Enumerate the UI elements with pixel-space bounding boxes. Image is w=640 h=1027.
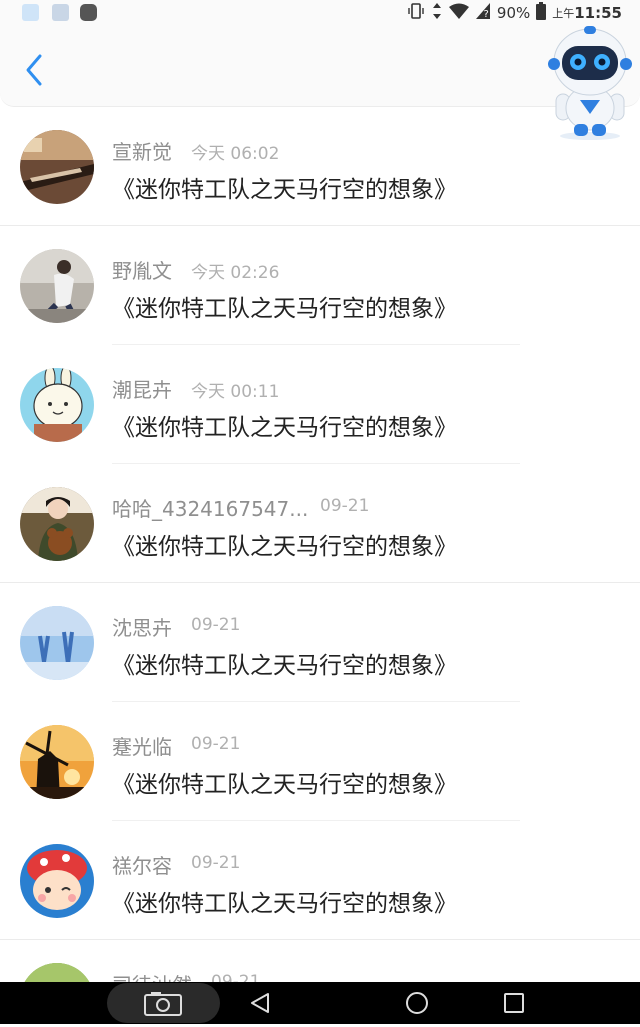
triangle-back-icon: [251, 993, 269, 1013]
battery-icon: [536, 2, 547, 24]
clock: 11:55: [574, 4, 622, 22]
list-item[interactable]: 禚尔容 09-21 《迷你特工队之天马行空的想象》: [0, 822, 640, 940]
divider: [0, 939, 640, 940]
timestamp: 今天 02:26: [191, 263, 280, 283]
story-title: 《迷你特工队之天马行空的想象》: [112, 534, 457, 560]
vibrate-icon: [407, 2, 425, 24]
battery-percent: 90%: [496, 4, 531, 22]
circle-home-icon: [406, 992, 428, 1014]
square-recents-icon: [504, 993, 524, 1013]
timestamp: 今天 00:11: [191, 382, 280, 402]
list-item[interactable]: 司徒汕然 09-21: [0, 941, 640, 982]
back-button[interactable]: [20, 52, 50, 88]
list-item[interactable]: 哈哈_4324167547... 09-21 《迷你特工队之天马行空的想象》: [0, 465, 640, 583]
system-nav-bar: [0, 982, 640, 1024]
avatar: [20, 606, 94, 680]
avatar: [20, 963, 94, 982]
user-name: 禚尔容: [112, 854, 172, 878]
time-prefix: 上午: [552, 7, 575, 20]
divider: [112, 344, 520, 345]
list-item[interactable]: 野胤文 今天 02:26 《迷你特工队之天马行空的想象》: [0, 227, 640, 345]
timestamp: 09-21: [191, 615, 241, 635]
user-name: 沈思卉: [112, 616, 172, 640]
list-item[interactable]: 宣新觉 今天 06:02 《迷你特工队之天马行空的想象》: [0, 108, 640, 226]
chevron-left-icon: [26, 54, 42, 86]
svg-text:?: ?: [483, 9, 488, 20]
avatar: [20, 368, 94, 442]
app-notification-icon: [22, 4, 39, 21]
list-item[interactable]: 潮昆卉 今天 00:11 《迷你特工队之天马行空的想象》: [0, 346, 640, 464]
user-name: 宣新觉: [112, 140, 172, 164]
wifi-icon: [448, 3, 469, 23]
nav-recents-button[interactable]: [502, 991, 526, 1015]
timestamp: 09-21: [320, 496, 370, 516]
user-name: 野胤文: [112, 259, 172, 283]
story-title: 《迷你特工队之天马行空的想象》: [112, 177, 457, 203]
avatar: [20, 487, 94, 561]
list-item[interactable]: 沈思卉 09-21 《迷你特工队之天马行空的想象》: [0, 584, 640, 702]
story-title: 《迷你特工队之天马行空的想象》: [112, 772, 457, 798]
list-item[interactable]: 蹇光临 09-21 《迷你特工队之天马行空的想象》: [0, 703, 640, 821]
camera-icon: [144, 992, 182, 1016]
story-title: 《迷你特工队之天马行空的想象》: [112, 653, 457, 679]
divider: [112, 463, 520, 464]
screenshot-button[interactable]: [107, 983, 220, 1023]
divider: [0, 225, 640, 226]
divider: [112, 701, 520, 702]
story-title: 《迷你特工队之天马行空的想象》: [112, 296, 457, 322]
nav-back-button[interactable]: [248, 991, 272, 1015]
user-name: 潮昆卉: [112, 378, 172, 402]
pm-notification-icon: [80, 4, 97, 21]
avatar: [20, 844, 94, 918]
story-title: 《迷你特工队之天马行空的想象》: [112, 415, 457, 441]
nav-home-button[interactable]: [405, 991, 429, 1015]
message-list[interactable]: 宣新觉 今天 06:02 《迷你特工队之天马行空的想象》 野胤文 今天 02:2…: [0, 108, 640, 982]
status-bar: ? 90% 上午 11:55: [0, 0, 640, 26]
user-name: 司徒汕然: [112, 969, 192, 982]
divider: [0, 582, 640, 583]
avatar: [20, 130, 94, 204]
timestamp: 今天 06:02: [191, 144, 280, 164]
timestamp: 09-21: [191, 734, 241, 754]
timestamp: 09-21: [211, 972, 261, 982]
user-name: 蹇光临: [112, 735, 172, 759]
avatar: [20, 249, 94, 323]
signal-unknown-icon: ?: [475, 2, 491, 24]
user-name: 哈哈_4324167547...: [112, 497, 309, 521]
story-title: 《迷你特工队之天马行空的想象》: [112, 891, 457, 917]
robot-notification-icon: [52, 4, 69, 21]
timestamp: 09-21: [191, 853, 241, 873]
divider: [112, 820, 520, 821]
data-transfer-icon: [431, 2, 443, 24]
avatar: [20, 725, 94, 799]
